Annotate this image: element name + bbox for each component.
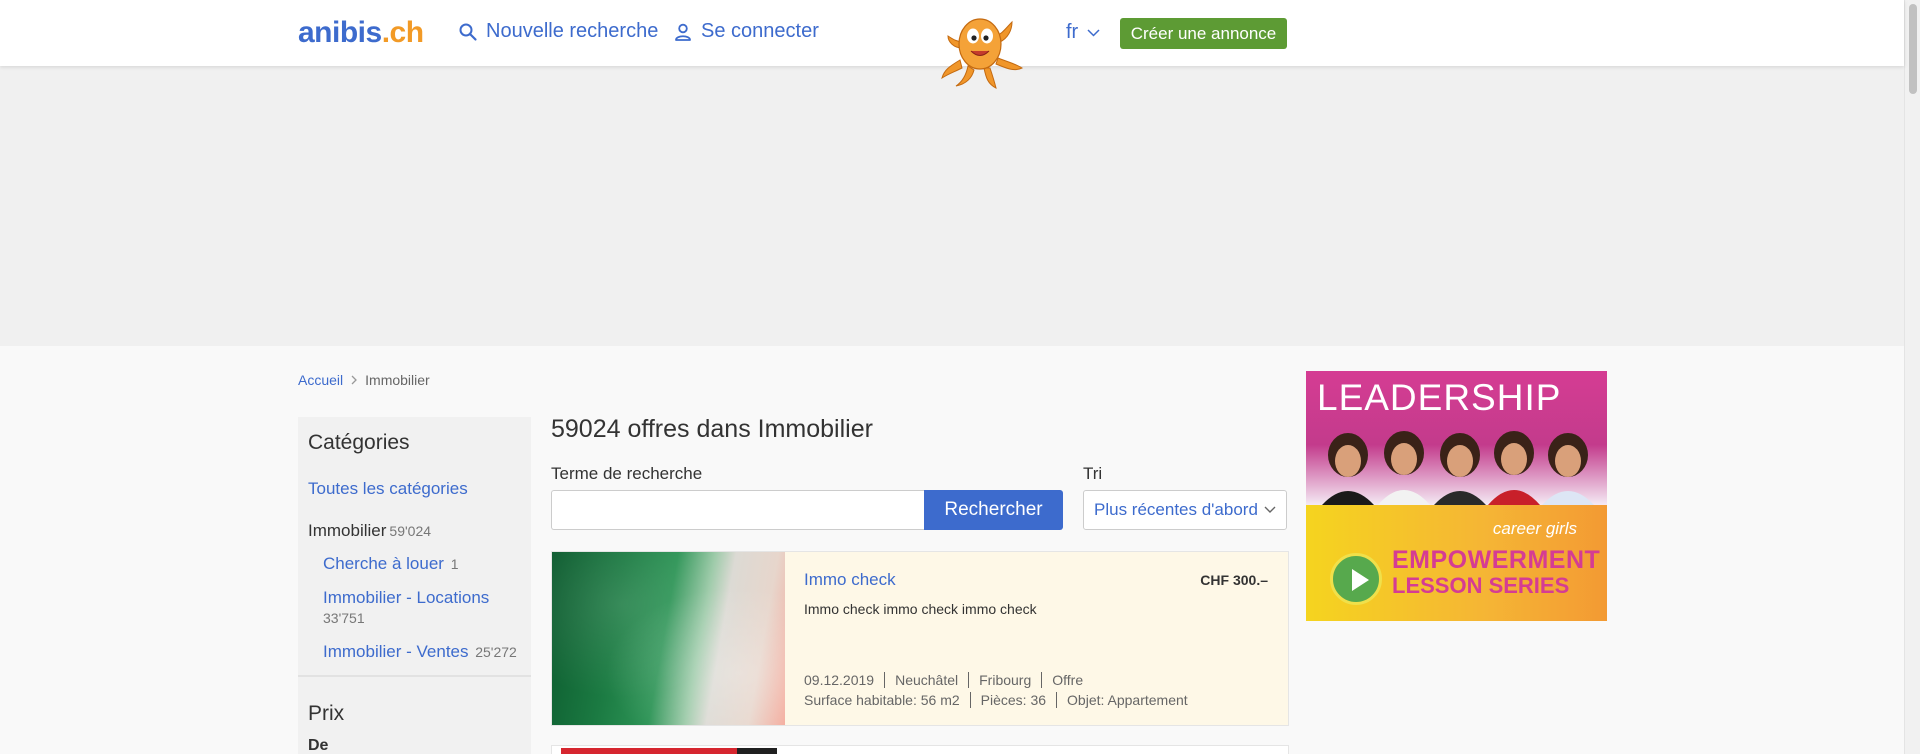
scrollbar-thumb[interactable] xyxy=(1909,4,1917,94)
current-category-count: 59'024 xyxy=(389,523,432,539)
page-title: 59024 offres dans Immobilier xyxy=(551,415,873,443)
sort-selected-value: Plus récentes d'abord xyxy=(1094,500,1258,519)
listing-type: Offre xyxy=(1041,672,1093,688)
login-label: Se connecter xyxy=(701,20,819,42)
search-icon xyxy=(459,23,477,41)
sidebar-current-category: Immobilier 59'024 xyxy=(308,521,431,541)
ad-line2: LESSON SERIES xyxy=(1392,573,1570,598)
octopus-mascot-icon[interactable] xyxy=(940,8,1030,92)
chevron-down-icon xyxy=(1264,506,1276,513)
sidebar-item-count: 33'751 xyxy=(323,610,365,626)
language-selector[interactable]: fr xyxy=(1066,21,1100,44)
sidebar-item-locations[interactable]: Immobilier - Locations 33'751 xyxy=(323,588,523,628)
breadcrumb-current: Immobilier xyxy=(365,372,430,388)
search-input[interactable] xyxy=(551,490,925,530)
chevron-down-icon xyxy=(1087,28,1100,37)
ad-people-image xyxy=(1322,431,1594,505)
breadcrumb-home[interactable]: Accueil xyxy=(298,372,343,388)
listing-card[interactable]: Immo check CHF 300.– Immo check immo che… xyxy=(551,551,1289,726)
listing-price: CHF 300.– xyxy=(1200,572,1268,588)
language-label: fr xyxy=(1066,21,1079,43)
sidebar-item-label: Immobilier - Ventes xyxy=(323,642,469,661)
logo-domain: .ch xyxy=(381,16,424,49)
search-button[interactable]: Rechercher xyxy=(924,490,1063,530)
breadcrumb: Accueil Immobilier xyxy=(298,372,430,388)
listing-card[interactable] xyxy=(551,745,1289,754)
ad-headline: LEADERSHIP xyxy=(1317,377,1562,418)
anibis-logo[interactable]: anibis.ch xyxy=(298,16,424,50)
login-link[interactable]: Se connecter xyxy=(673,20,819,43)
sidebar-item-all-categories[interactable]: Toutes les catégories xyxy=(308,479,468,499)
sidebar-item-ventes[interactable]: Immobilier - Ventes 25'272 xyxy=(323,642,517,662)
category-sidebar: Catégories Toutes les catégories Immobil… xyxy=(298,417,531,754)
new-search-label: Nouvelle recherche xyxy=(486,20,659,42)
sort-label: Tri xyxy=(1083,464,1103,483)
listing-title[interactable]: Immo check xyxy=(804,570,896,590)
play-icon[interactable] xyxy=(1330,553,1382,605)
ad-brand: career girls xyxy=(1492,519,1577,538)
logo-text: anibis xyxy=(298,16,382,49)
search-term-label: Terme de recherche xyxy=(551,464,703,483)
sidebar-item-count: 1 xyxy=(450,556,459,572)
listing-surface: Surface habitable: 56 m2 xyxy=(804,692,960,708)
sidebar-item-cherche-a-louer[interactable]: Cherche à louer 1 xyxy=(323,554,459,574)
sidebar-item-label: Immobilier - Locations xyxy=(323,588,490,607)
chevron-right-icon xyxy=(351,375,358,385)
listing-details-row: Surface habitable: 56 m2 Pièces: 36 Obje… xyxy=(804,692,1198,708)
listing-image[interactable] xyxy=(561,748,777,754)
page-scrollbar[interactable] xyxy=(1904,0,1920,754)
listing-city: Fribourg xyxy=(968,672,1041,688)
create-ad-button[interactable]: Créer une annonce xyxy=(1120,18,1287,49)
sidebar-title: Catégories xyxy=(308,431,410,454)
new-search-link[interactable]: Nouvelle recherche xyxy=(458,20,658,43)
top-ad-banner xyxy=(0,66,1904,346)
ad-line1: EMPOWERMENT xyxy=(1392,546,1601,574)
sidebar-item-label: Cherche à louer xyxy=(323,554,444,573)
user-icon xyxy=(675,23,691,41)
listing-canton: Neuchâtel xyxy=(884,672,968,688)
sidebar-item-count: 25'272 xyxy=(475,644,517,660)
listing-description: Immo check immo check immo check xyxy=(804,601,1037,617)
sidebar-divider xyxy=(298,675,531,677)
price-filter-title: Prix xyxy=(308,702,345,725)
listing-date: 09.12.2019 xyxy=(804,672,875,688)
listing-rooms: Pièces: 36 xyxy=(969,692,1056,708)
price-from-label: De xyxy=(308,737,329,754)
listing-object: Objet: Appartement xyxy=(1056,692,1198,708)
side-ad-banner[interactable]: LEADERSHIP career girls EMPOWERMENT LESS… xyxy=(1306,371,1607,621)
sort-select[interactable]: Plus récentes d'abord xyxy=(1083,490,1287,530)
listing-image[interactable] xyxy=(552,552,785,725)
current-category-label: Immobilier xyxy=(308,521,387,540)
listing-meta-row: 09.12.2019 Neuchâtel Fribourg Offre xyxy=(804,672,1093,688)
